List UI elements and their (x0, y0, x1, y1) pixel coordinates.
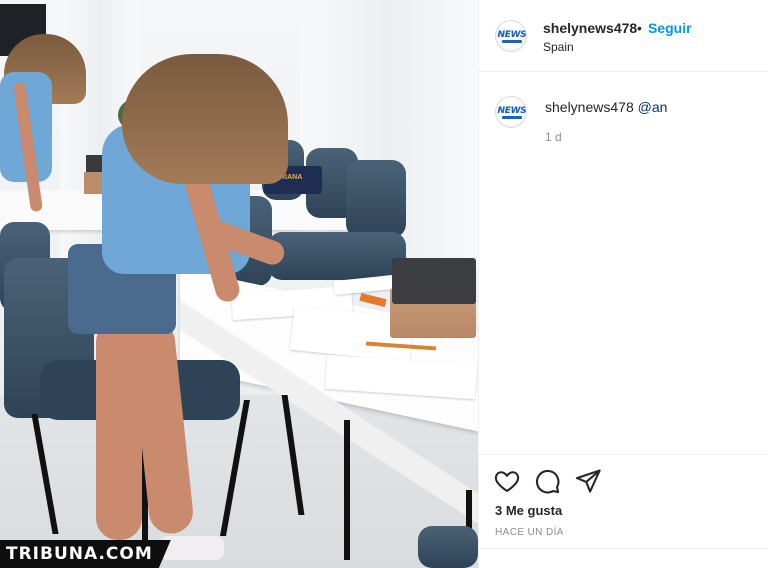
chair (268, 232, 406, 280)
chair (418, 526, 478, 568)
follow-button[interactable]: Seguir (648, 20, 692, 36)
comment-mention[interactable]: @an (638, 99, 668, 115)
box (392, 258, 476, 304)
heart-icon[interactable] (493, 467, 521, 495)
chair (346, 160, 406, 238)
woman-hair (122, 54, 288, 184)
likes-count[interactable]: 3 Me gusta (495, 503, 562, 518)
woman-sneaker (160, 536, 224, 560)
header-username[interactable]: shelynews478 (543, 20, 637, 36)
table-leg (344, 420, 350, 560)
comment-time[interactable]: 1 d (545, 130, 562, 144)
watermark: TRIBUNA.COM (0, 540, 171, 568)
comment-username[interactable]: shelynews478 (545, 99, 634, 115)
avatar-logo-bar (502, 40, 522, 43)
post-photo[interactable]: ADRIANA TRIBUNA.COM (0, 0, 478, 568)
comment-avatar[interactable]: NEWS (495, 96, 527, 128)
marker (359, 292, 387, 308)
share-icon[interactable] (574, 467, 602, 495)
post-timestamp[interactable]: HACE UN DÍA (495, 527, 564, 538)
post-actions: 3 Me gusta HACE UN DÍA (479, 454, 768, 548)
separator-dot: • (637, 20, 642, 36)
post-header: NEWS shelynews478 • Seguir Spain (479, 0, 768, 72)
avatar-logo-bar (502, 116, 522, 119)
comment-icon[interactable] (533, 467, 561, 495)
comment-line: shelynews478 @an (545, 99, 667, 115)
divider (479, 548, 768, 549)
profile-avatar[interactable]: NEWS (495, 20, 527, 52)
avatar-logo-text: NEWS (497, 30, 527, 40)
avatar-logo-text: NEWS (497, 106, 527, 116)
location-link[interactable]: Spain (543, 40, 574, 54)
post-side-panel: NEWS shelynews478 • Seguir Spain NEWS sh… (478, 0, 768, 568)
